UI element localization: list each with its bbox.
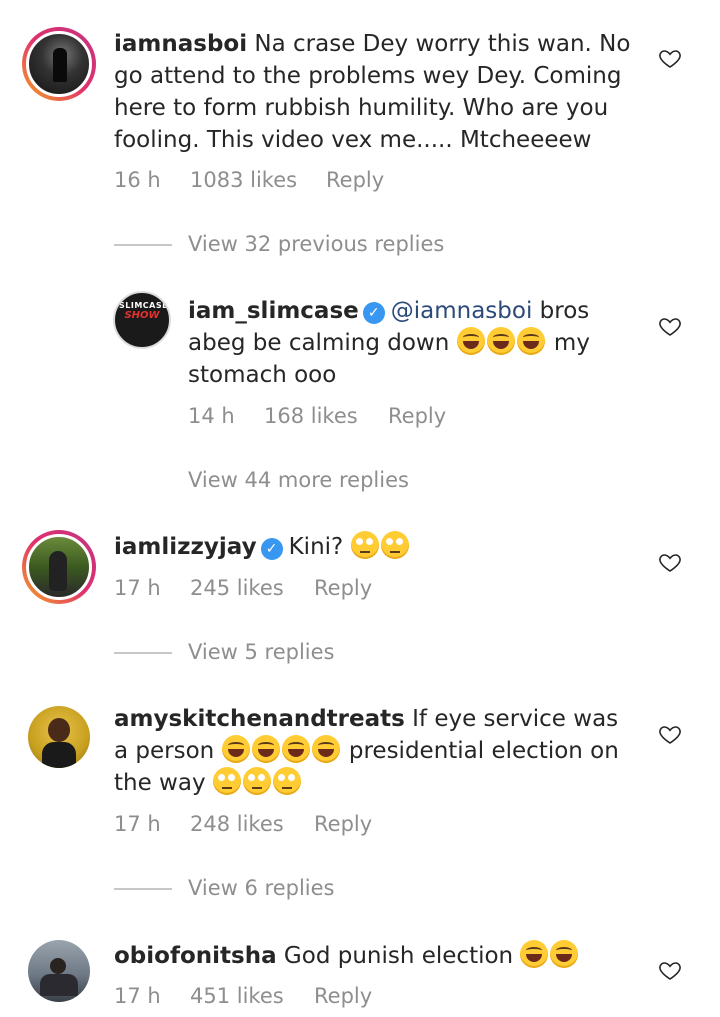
- likes-count[interactable]: 168 likes: [264, 404, 358, 428]
- eye-roll-emoji-icon: [350, 531, 379, 559]
- comment-time: 17 h: [114, 576, 161, 600]
- comment-text-amyskitchenandtreats: amyskitchenandtreats If eye service was …: [114, 703, 634, 799]
- heart-icon[interactable]: [658, 550, 682, 574]
- rofl-emoji-icon: [311, 735, 340, 763]
- rofl-emoji-icon: [221, 735, 250, 763]
- laughing-emoji-icon: [520, 940, 549, 968]
- reply-time: 14 h: [188, 404, 235, 428]
- eye-roll-emoji-icon: [380, 531, 409, 559]
- laughing-emoji-icon: [456, 327, 485, 355]
- comment-time: 17 h: [114, 984, 161, 1008]
- comment-text-iamlizzyjay: iamlizzyjay ✓ Kini?: [114, 531, 634, 563]
- rofl-emoji-icon: [251, 735, 280, 763]
- comment-text-iamnasboi: iamnasboi Na crase Dey worry this wan. N…: [114, 28, 634, 156]
- comment-text-obiofonitsha: obiofonitsha God punish election: [114, 940, 634, 972]
- eye-roll-emoji-icon: [212, 767, 241, 795]
- reply-button[interactable]: Reply: [388, 404, 446, 428]
- likes-count[interactable]: 1083 likes: [190, 168, 297, 192]
- reply-text-iam-slimcase: iam_slimcase ✓ @iamnasboi bros abeg be cal…: [188, 295, 618, 391]
- mention-link[interactable]: @iamnasboi: [391, 298, 533, 324]
- username-iam-slimcase[interactable]: iam_slimcase: [188, 298, 359, 324]
- reply-button[interactable]: Reply: [314, 812, 372, 836]
- heart-icon[interactable]: [658, 46, 682, 70]
- reply-button[interactable]: Reply: [326, 168, 384, 192]
- verified-badge-icon: ✓: [260, 538, 283, 560]
- laughing-emoji-icon: [486, 327, 515, 355]
- avatar-iam-slimcase[interactable]: SLIMCASE SHOW: [113, 291, 171, 349]
- avatar-iamnasboi[interactable]: [22, 27, 96, 101]
- laughing-emoji-icon: [550, 940, 579, 968]
- comment-time: 17 h: [114, 812, 161, 836]
- username-obiofonitsha[interactable]: obiofonitsha: [114, 943, 277, 969]
- heart-icon[interactable]: [658, 314, 682, 338]
- comment-body: God punish election: [283, 943, 514, 969]
- rofl-emoji-icon: [281, 735, 310, 763]
- username-iamlizzyjay[interactable]: iamlizzyjay: [114, 534, 257, 560]
- comment-body: Kini?: [288, 534, 344, 560]
- laughing-emoji-icon: [516, 327, 545, 355]
- reply-button[interactable]: Reply: [314, 984, 372, 1008]
- eye-roll-emoji-icon: [242, 767, 271, 795]
- comment-time: 16 h: [114, 168, 161, 192]
- likes-count[interactable]: 248 likes: [190, 812, 284, 836]
- avatar-obiofonitsha[interactable]: [28, 940, 90, 1002]
- eye-roll-emoji-icon: [272, 767, 301, 795]
- heart-icon[interactable]: [658, 722, 682, 746]
- username-iamnasboi[interactable]: iamnasboi: [114, 31, 247, 57]
- reply-button[interactable]: Reply: [314, 576, 372, 600]
- likes-count[interactable]: 451 likes: [190, 984, 284, 1008]
- likes-count[interactable]: 245 likes: [190, 576, 284, 600]
- heart-icon[interactable]: [658, 958, 682, 982]
- avatar-iamlizzyjay[interactable]: [22, 530, 96, 604]
- avatar-amyskitchenandtreats[interactable]: [28, 706, 90, 768]
- username-amyskitchenandtreats[interactable]: amyskitchenandtreats: [114, 706, 405, 732]
- verified-badge-icon: ✓: [362, 302, 385, 324]
